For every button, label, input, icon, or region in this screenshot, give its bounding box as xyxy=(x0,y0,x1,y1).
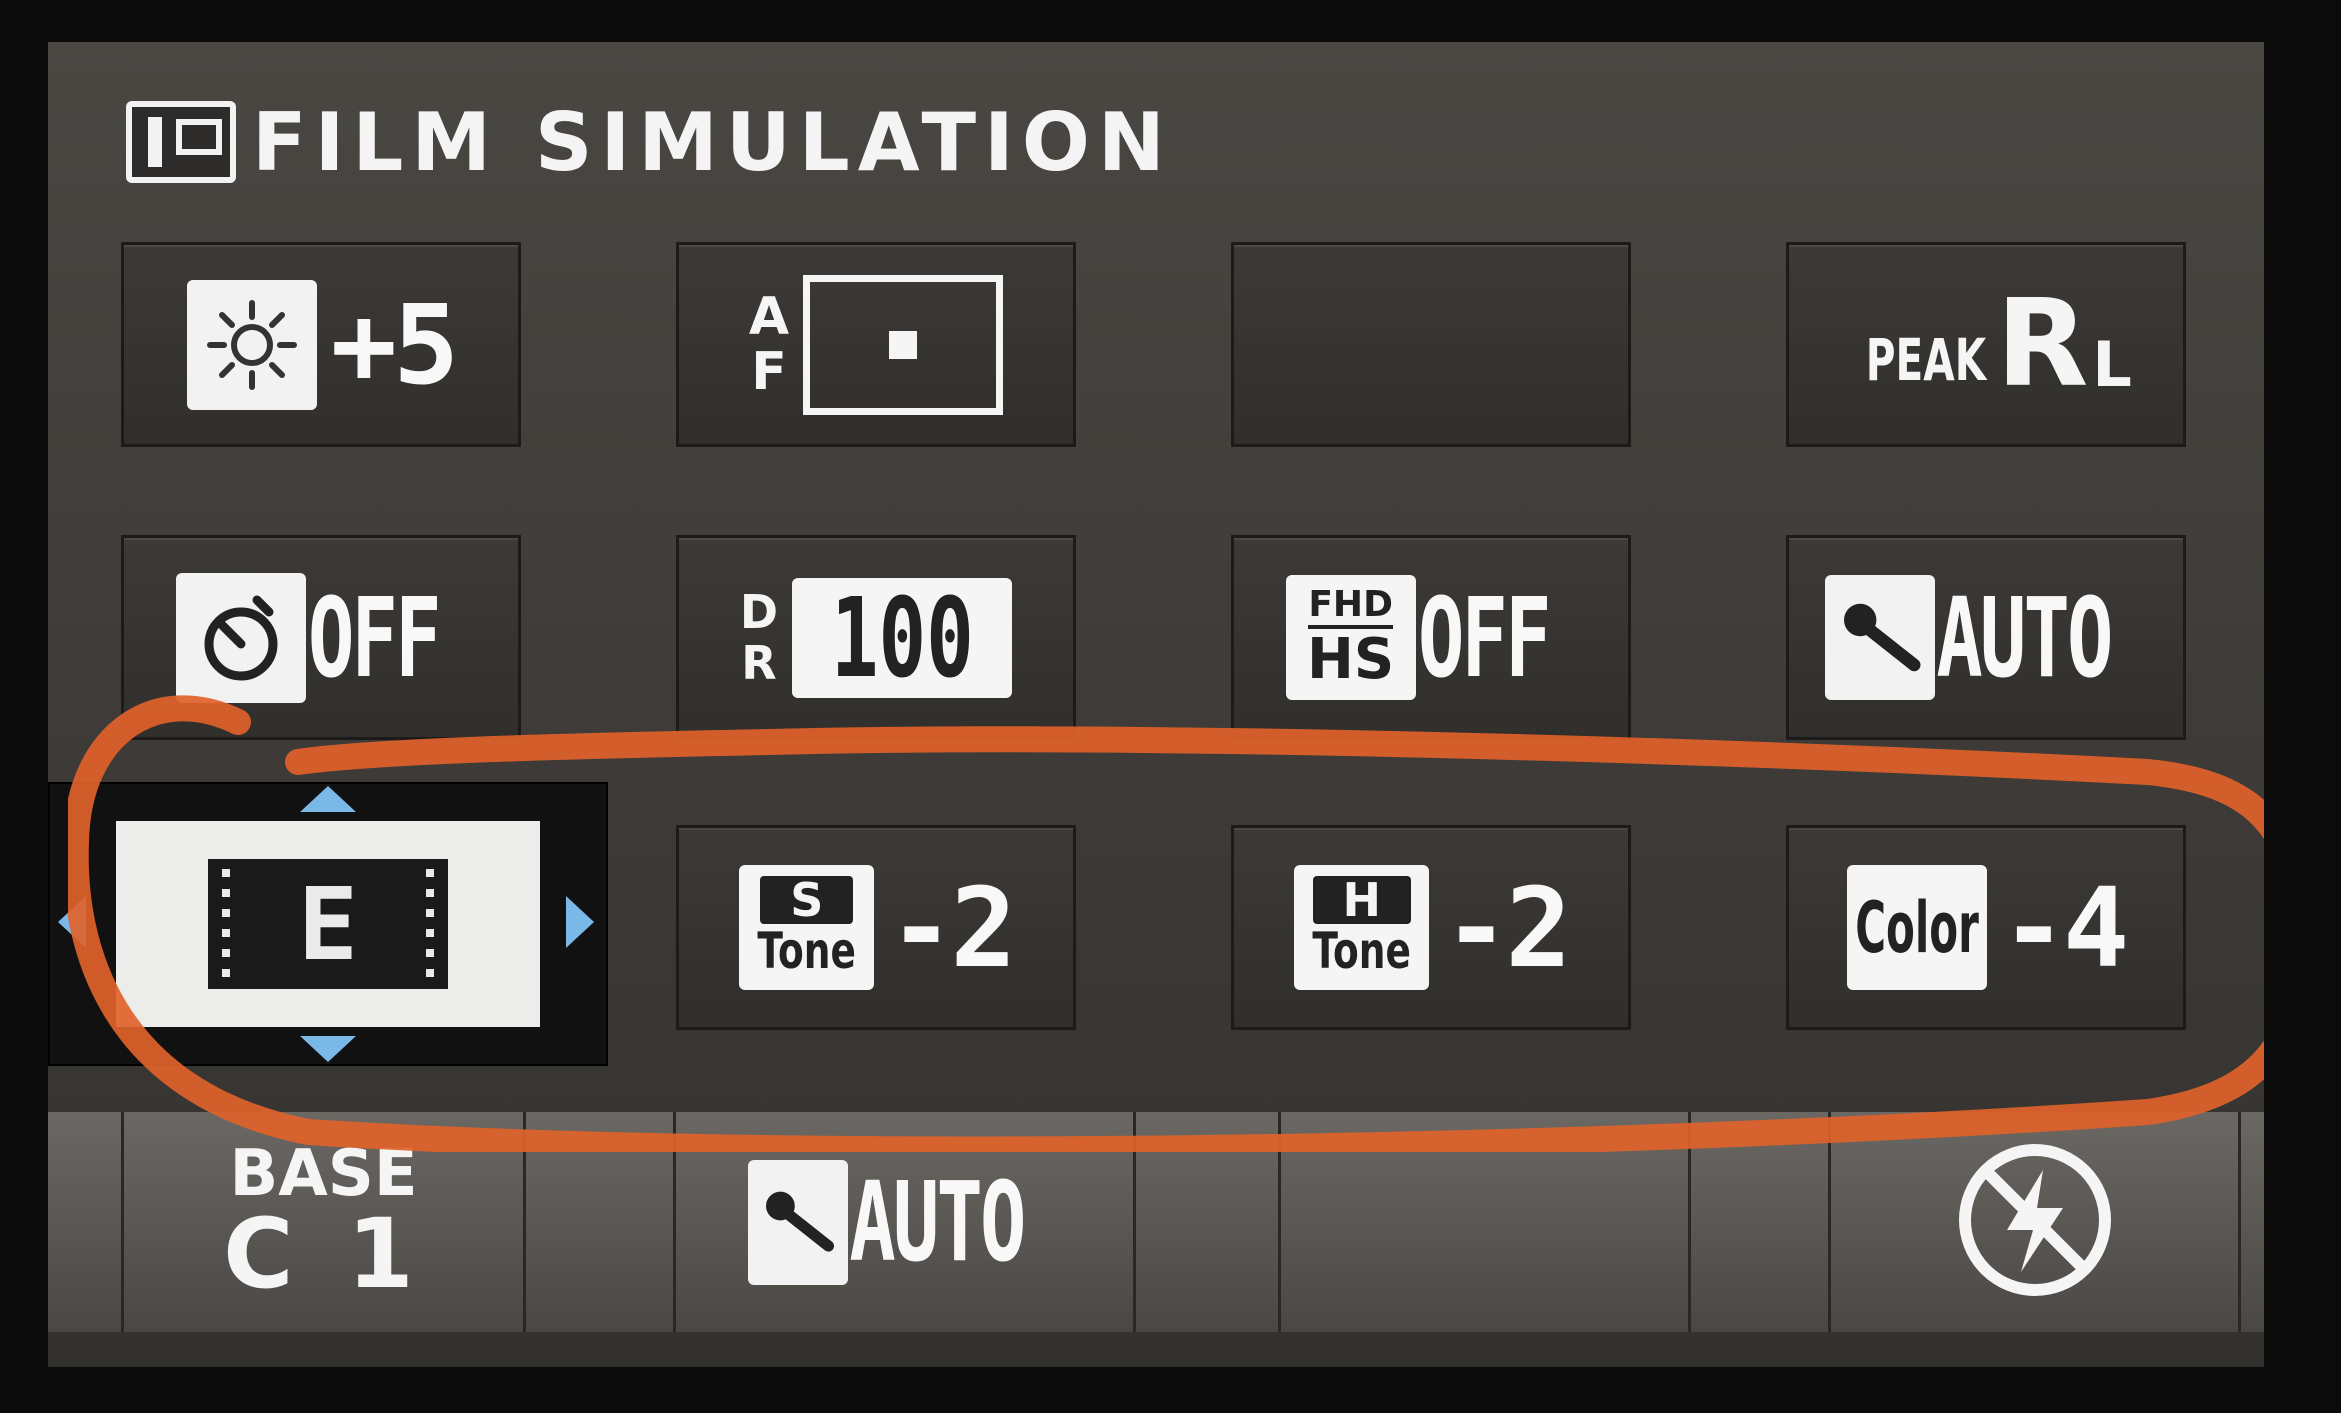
self-timer-value: OFF xyxy=(307,573,441,702)
mic-level-value: AUTO xyxy=(1935,573,2113,702)
brightness-sun-icon xyxy=(186,279,317,410)
color-label: Color xyxy=(1854,886,1979,969)
bottom-bar-empty xyxy=(1278,1112,1688,1332)
bottom-bar-spacer xyxy=(1133,1112,1278,1332)
custom-setting-base[interactable]: BASE C 1 xyxy=(121,1112,523,1332)
arrow-up-icon xyxy=(300,786,356,812)
af-letter-a: A xyxy=(748,286,790,347)
shadow-tone-label: Tone xyxy=(757,922,857,981)
af-frame-icon xyxy=(803,274,1004,415)
custom-slot-label: C 1 xyxy=(223,1198,424,1310)
color-badge: Color xyxy=(1846,865,1987,990)
highlight-tone-label: Tone xyxy=(1312,922,1412,981)
bottom-bar-spacer xyxy=(523,1112,673,1332)
self-timer-icon xyxy=(175,572,306,703)
dr-letter-r: R xyxy=(741,635,777,690)
bottom-bar-spacer xyxy=(1688,1112,1828,1332)
tile-mic-level[interactable]: AUTO xyxy=(1786,535,2186,740)
menu-header: FILM SIMULATION xyxy=(126,92,1173,192)
bottom-bar-spacer xyxy=(2238,1112,2264,1332)
camera-quick-menu: FILM SIMULATION +5 A F PEAK R L OFF D R … xyxy=(48,42,2264,1367)
shadow-tone-letter: S xyxy=(760,876,854,924)
film-perforation-left xyxy=(222,869,230,979)
film-perforation-right xyxy=(426,869,434,979)
tile-af-mode[interactable]: A F xyxy=(676,242,1076,447)
tile-brightness[interactable]: +5 xyxy=(121,242,521,447)
bottom-mic-level[interactable]: AUTO xyxy=(673,1112,1133,1332)
brightness-value: +5 xyxy=(330,280,459,409)
tile-peak-highlight[interactable]: PEAK R L xyxy=(1786,242,2186,447)
tile-shadow-tone[interactable]: S Tone -2 xyxy=(676,825,1076,1030)
film-simulation-icon xyxy=(126,101,236,183)
tile-empty[interactable] xyxy=(1231,242,1631,447)
color-value: -4 xyxy=(2000,863,2129,992)
flash-off-icon xyxy=(1955,1140,2115,1304)
tile-self-timer[interactable]: OFF xyxy=(121,535,521,740)
base-label: BASE xyxy=(229,1137,418,1211)
hs-label: HS xyxy=(1307,626,1395,692)
menu-title: FILM SIMULATION xyxy=(252,95,1173,189)
peak-l-label: L xyxy=(2092,328,2132,401)
dr-value: 100 xyxy=(830,573,974,702)
peak-label: PEAK xyxy=(1865,325,1987,394)
bottom-flash[interactable] xyxy=(1828,1112,2238,1332)
bottom-status-bar: BASE C 1 AUTO xyxy=(48,1112,2264,1332)
fhd-label: FHD xyxy=(1308,585,1393,629)
arrow-right-icon xyxy=(566,896,594,948)
shadow-tone-value: -2 xyxy=(888,863,1016,992)
microphone-icon xyxy=(748,1159,849,1285)
peak-r-label: R xyxy=(1996,275,2089,414)
dr-label: D R xyxy=(740,587,778,688)
highlight-tone-value: -2 xyxy=(1443,863,1571,992)
bottom-mic-value: AUTO xyxy=(849,1158,1026,1286)
highlight-tone-badge: H Tone xyxy=(1294,865,1430,990)
arrow-down-icon xyxy=(300,1036,356,1062)
tile-highlight-tone[interactable]: H Tone -2 xyxy=(1231,825,1631,1030)
dr-value-box: 100 xyxy=(792,574,1013,702)
tile-film-simulation-selected[interactable]: E xyxy=(48,782,608,1066)
microphone-icon xyxy=(1824,575,1935,700)
dr-letter-d: D xyxy=(739,584,779,639)
tile-dynamic-range[interactable]: D R 100 xyxy=(676,535,1076,740)
af-label: A F xyxy=(749,290,789,399)
fhd-hs-badge: FHD HS xyxy=(1285,575,1416,700)
highlight-tone-letter: H xyxy=(1312,876,1412,924)
arrow-left-icon xyxy=(58,896,86,948)
film-sim-letter: E xyxy=(297,865,359,983)
fhd-hs-value: OFF xyxy=(1417,573,1551,702)
shadow-tone-badge: S Tone xyxy=(739,865,875,990)
film-sim-selected-box: E xyxy=(116,821,540,1027)
tile-color[interactable]: Color -4 xyxy=(1786,825,2186,1030)
film-e-icon: E xyxy=(208,859,448,989)
tile-fhd-hs[interactable]: FHD HS OFF xyxy=(1231,535,1631,740)
af-letter-f: F xyxy=(751,341,787,402)
